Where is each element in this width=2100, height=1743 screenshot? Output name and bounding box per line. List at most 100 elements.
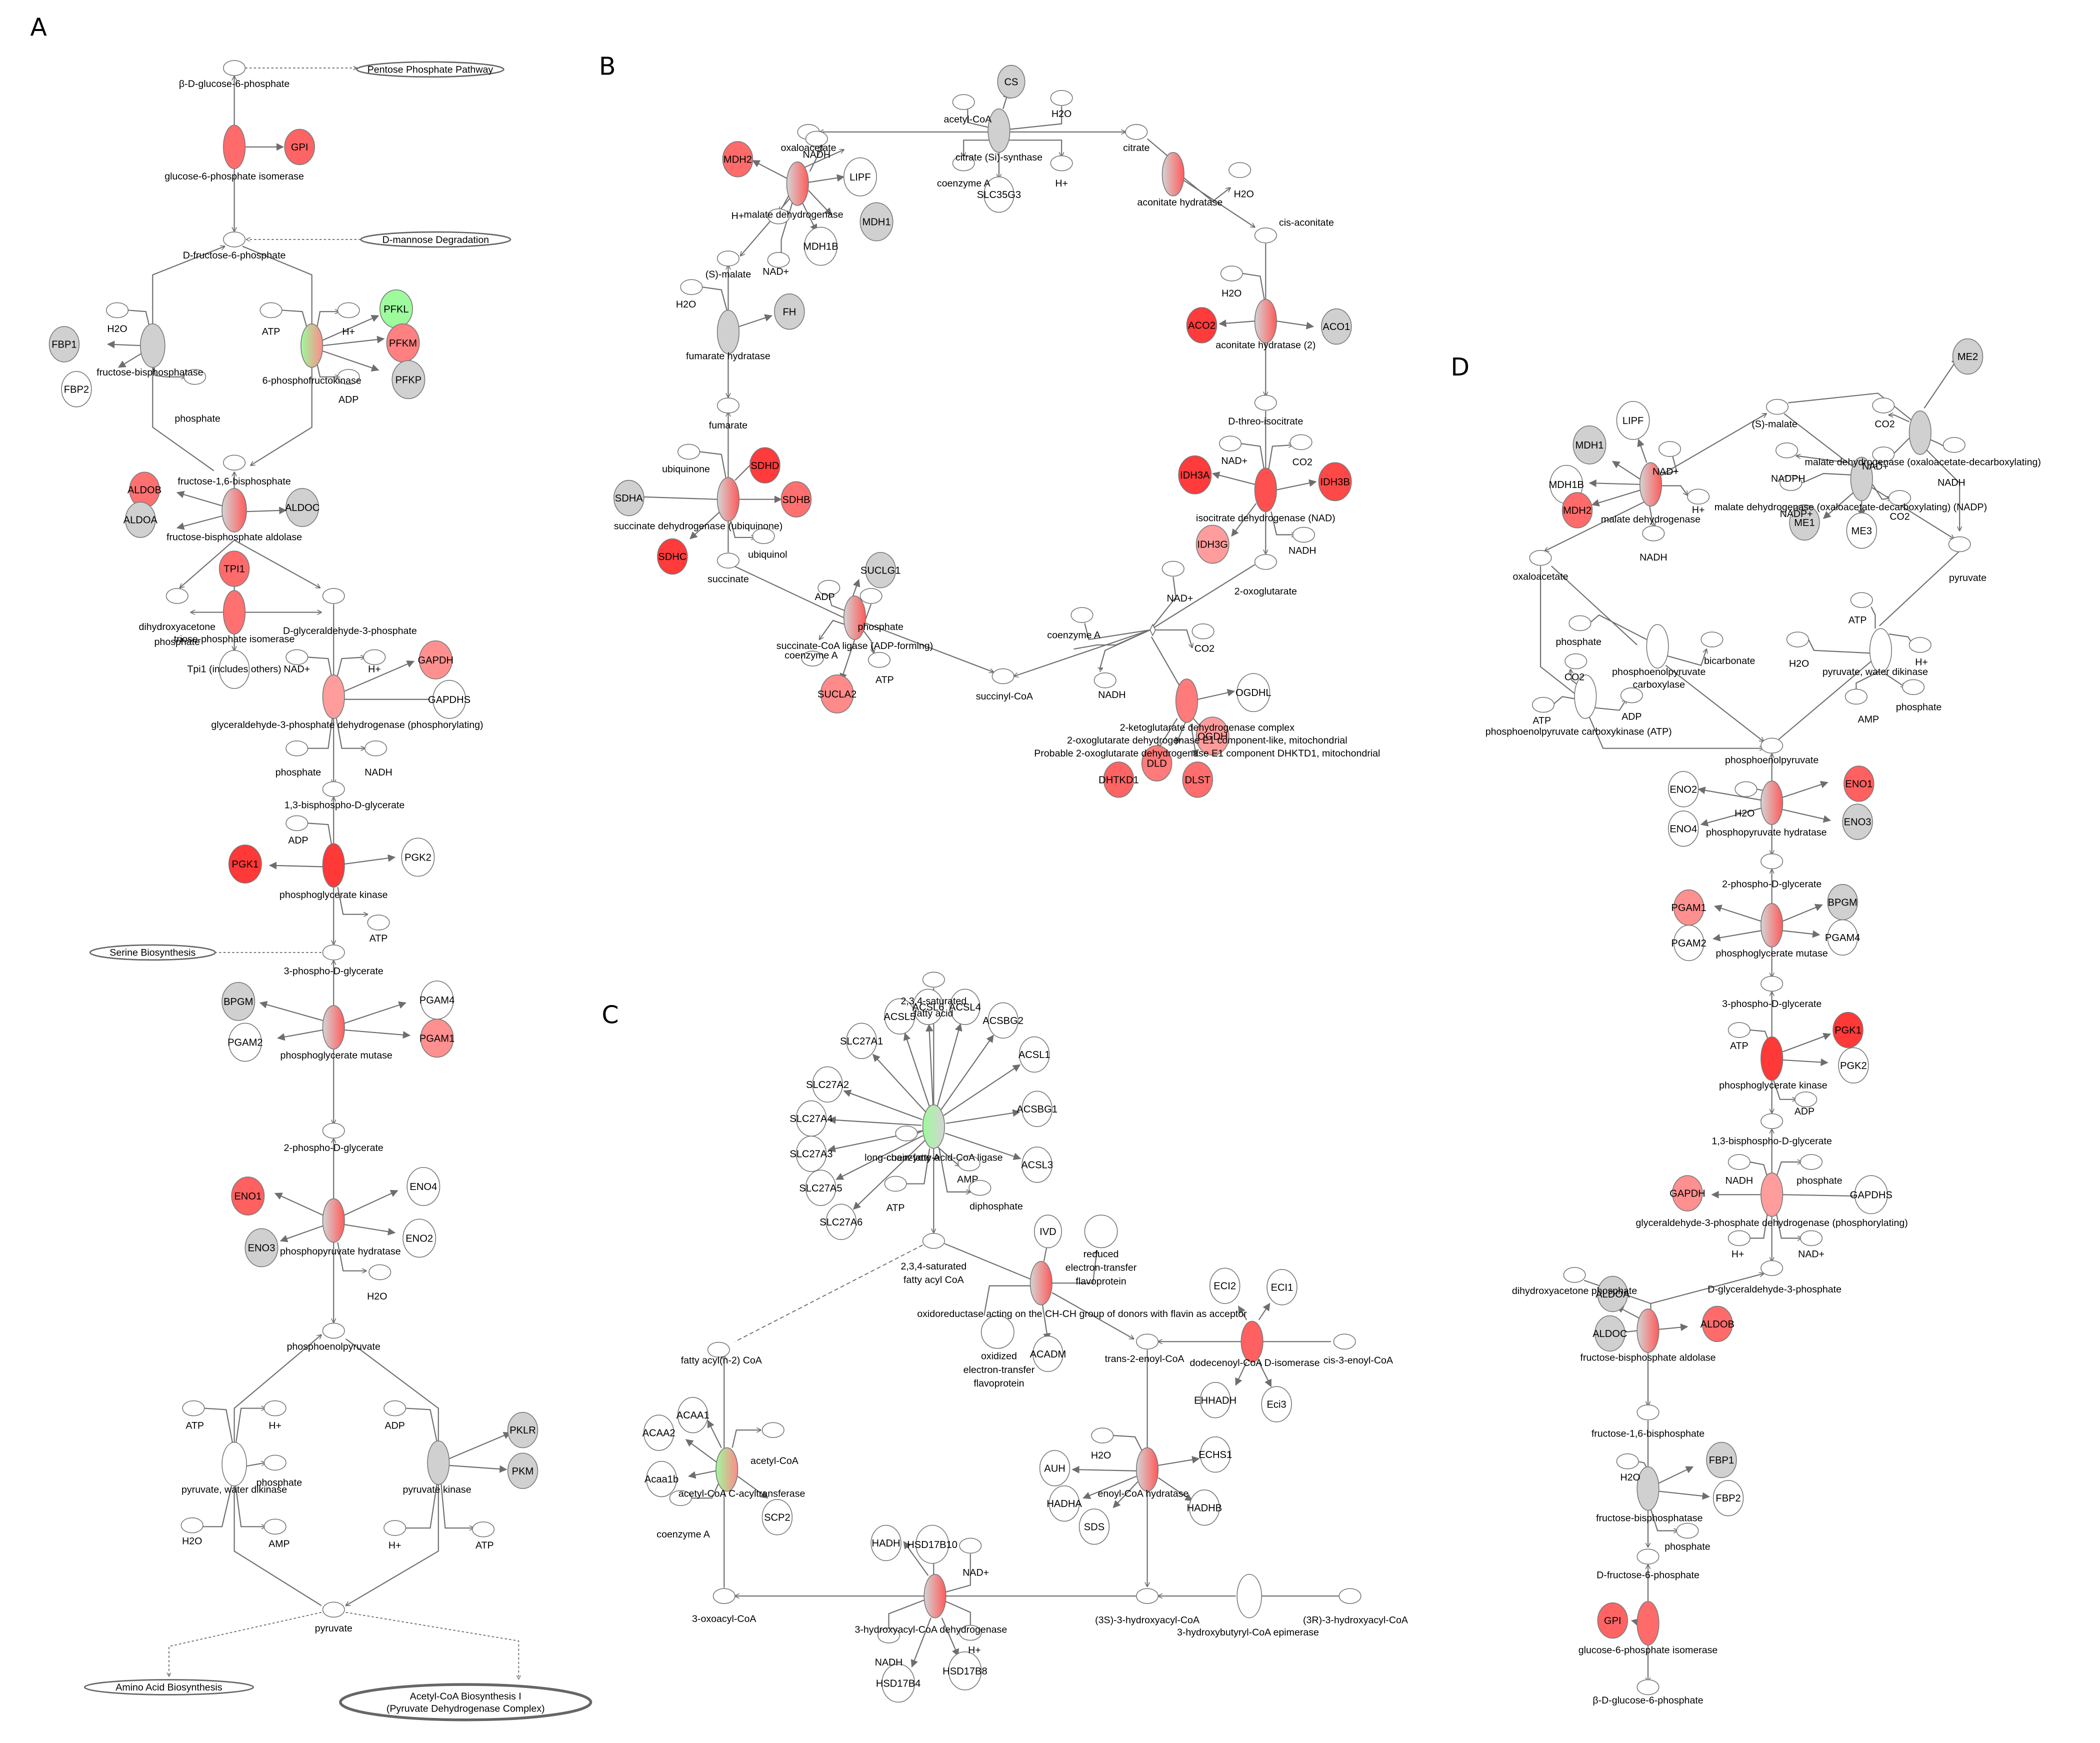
metabolite-node[interactable] [1136, 1334, 1159, 1350]
enzyme-node[interactable] [222, 1442, 247, 1486]
enzyme-node[interactable] [1030, 1260, 1052, 1306]
metabolite-node[interactable] [1658, 441, 1682, 457]
metabolite-node[interactable] [322, 781, 345, 798]
enzyme-node[interactable] [322, 1005, 345, 1050]
metabolite-node[interactable] [322, 1322, 345, 1339]
metabolite-node[interactable] [384, 1400, 406, 1416]
enzyme-node[interactable] [322, 1198, 345, 1243]
metabolite-node[interactable] [1948, 536, 1971, 552]
metabolite-node[interactable] [222, 232, 246, 248]
metabolite-node[interactable] [322, 1122, 345, 1139]
metabolite-node[interactable] [1254, 394, 1277, 411]
metabolite-node[interactable] [1794, 1092, 1818, 1108]
metabolite-node[interactable] [222, 60, 246, 76]
metabolite-node[interactable] [1333, 1334, 1356, 1350]
metabolite-node[interactable] [1125, 124, 1148, 140]
enzyme-node[interactable] [1254, 468, 1277, 512]
electron-transfer-flavoprotein-reduced[interactable] [1084, 1214, 1118, 1248]
metabolite-node[interactable] [1728, 1154, 1750, 1170]
enzyme-node[interactable] [843, 596, 866, 640]
enzyme-node[interactable] [1760, 903, 1784, 948]
metabolite-node[interactable] [1760, 1260, 1784, 1276]
metabolite-node[interactable] [1942, 437, 1966, 453]
metabolite-node[interactable] [1290, 434, 1312, 450]
enzyme-node[interactable] [1254, 298, 1277, 344]
metabolite-node[interactable] [286, 815, 308, 832]
metabolite-node[interactable] [1786, 632, 1809, 648]
metabolite-node[interactable] [1616, 1453, 1639, 1470]
metabolite-node[interactable] [1760, 738, 1784, 754]
metabolite-node[interactable] [322, 588, 345, 604]
enzyme-node[interactable] [1136, 1447, 1159, 1492]
enzyme-node[interactable] [1175, 678, 1198, 723]
enzyme-node[interactable] [1636, 1601, 1660, 1646]
metabolite-node[interactable] [1254, 554, 1277, 570]
metabolite-node[interactable] [1218, 436, 1242, 452]
enzyme-node[interactable] [222, 590, 246, 634]
metabolite-node[interactable] [286, 649, 308, 666]
metabolite-node[interactable] [1687, 488, 1710, 505]
metabolite-node[interactable] [1700, 632, 1724, 648]
enzyme-node[interactable] [716, 1447, 738, 1492]
metabolite-node[interactable] [1050, 155, 1073, 172]
metabolite-node[interactable] [1162, 560, 1184, 577]
metabolite-node[interactable] [1192, 623, 1214, 640]
metabolite-node[interactable] [1642, 525, 1665, 542]
enzyme-node[interactable] [716, 310, 740, 354]
enzyme-node[interactable] [1760, 780, 1784, 825]
metabolite-node[interactable] [1636, 1679, 1660, 1696]
metabolite-node[interactable] [1872, 398, 1895, 414]
metabolite-node[interactable] [264, 1454, 286, 1471]
metabolite-node[interactable] [680, 279, 703, 295]
metabolite-node[interactable] [677, 444, 700, 460]
metabolite-node[interactable] [1776, 442, 1798, 458]
metabolite-node[interactable] [322, 944, 345, 960]
metabolite-node[interactable] [472, 1521, 495, 1538]
metabolite-node[interactable] [922, 972, 945, 988]
enzyme-node[interactable] [1908, 410, 1932, 455]
enzyme-node[interactable] [924, 1574, 946, 1618]
metabolite-node[interactable] [166, 588, 188, 604]
metabolite-node[interactable] [322, 1602, 345, 1618]
metabolite-node[interactable] [222, 454, 246, 471]
metabolite-node[interactable] [895, 1126, 918, 1142]
enzyme-node[interactable] [922, 1104, 945, 1149]
metabolite-node[interactable] [1254, 228, 1277, 244]
metabolite-node[interactable] [1760, 853, 1784, 870]
enzyme-node[interactable] [1240, 1320, 1264, 1362]
metabolite-node[interactable] [1292, 526, 1316, 543]
metabolite-node[interactable] [1844, 688, 1868, 705]
enzyme-node[interactable] [427, 1440, 450, 1485]
metabolite-node[interactable] [959, 1538, 982, 1554]
enzyme-node[interactable] [1636, 1308, 1660, 1353]
metabolite-node[interactable] [952, 94, 975, 110]
metabolite-node[interactable] [1908, 637, 1932, 653]
metabolite-node[interactable] [1050, 90, 1073, 106]
enzyme-node[interactable] [716, 477, 740, 522]
enzyme-node[interactable] [322, 674, 345, 719]
metabolite-node[interactable] [1532, 696, 1555, 713]
metabolite-node[interactable] [1728, 1022, 1750, 1038]
metabolite-node[interactable] [106, 302, 129, 318]
metabolite-node[interactable] [1564, 653, 1588, 670]
enzyme-node[interactable] [1869, 628, 1892, 673]
enzyme-node[interactable] [222, 124, 246, 170]
enzyme-node[interactable] [786, 162, 809, 206]
metabolite-node[interactable] [1766, 398, 1789, 415]
pathway-link-acetyl-coa[interactable] [339, 1683, 592, 1722]
enzyme-node[interactable] [1760, 1036, 1784, 1081]
metabolite-node[interactable] [767, 252, 790, 268]
metabolite-node[interactable] [1136, 1588, 1159, 1604]
enzyme-node[interactable] [222, 488, 247, 532]
metabolite-node[interactable] [860, 588, 882, 604]
metabolite-node[interactable] [1760, 1113, 1784, 1130]
metabolite-node[interactable] [180, 1517, 204, 1534]
metabolite-node[interactable] [337, 302, 360, 318]
metabolite-node[interactable] [1228, 162, 1252, 178]
metabolite-node[interactable] [716, 250, 740, 266]
metabolite-node[interactable] [1636, 1404, 1660, 1420]
enzyme-node[interactable] [140, 323, 166, 368]
metabolite-node[interactable] [384, 1520, 406, 1536]
enzyme-node[interactable] [300, 323, 324, 368]
metabolite-node[interactable] [367, 914, 390, 930]
